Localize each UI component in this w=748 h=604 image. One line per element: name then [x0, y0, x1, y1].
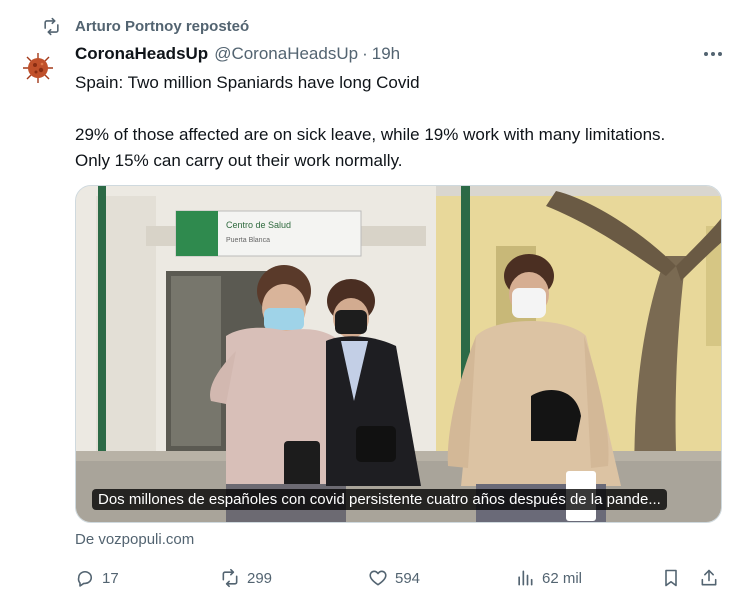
tweet-header: CoronaHeadsUp @CoronaHeadsUp · 19h: [75, 42, 726, 66]
author-handle[interactable]: @CoronaHeadsUp: [214, 44, 358, 64]
heart-icon: [368, 568, 388, 588]
view-count: 62 mil: [542, 569, 583, 587]
like-button[interactable]: 594: [368, 565, 420, 591]
tweet-line-1: Spain: Two million Spaniards have long C…: [75, 73, 420, 92]
share-icon: [699, 568, 719, 588]
repost-icon: [42, 17, 61, 36]
tweet-line-2: 29% of those affected are on sick leave,…: [75, 125, 666, 144]
action-bar: 17 299 594 62 mil: [75, 565, 725, 591]
more-options-icon[interactable]: [700, 48, 726, 60]
separator: ·: [362, 44, 368, 63]
analytics-icon: [515, 568, 535, 588]
author-name[interactable]: CoronaHeadsUp: [75, 44, 208, 64]
reply-button[interactable]: 17: [75, 565, 119, 591]
share-button[interactable]: [699, 565, 719, 591]
reply-icon: [75, 568, 95, 588]
repost-header: Arturo Portnoy reposteó: [42, 14, 249, 38]
repost-label[interactable]: Arturo Portnoy reposteó: [75, 18, 249, 35]
sign-subtitle: Puerta Blanca: [226, 237, 270, 244]
repost-button[interactable]: 299: [220, 565, 272, 591]
media-caption: Dos millones de españoles con covid pers…: [92, 489, 667, 510]
link-source[interactable]: De vozpopuli.com: [75, 531, 194, 548]
views-button[interactable]: 62 mil: [515, 565, 582, 591]
tweet-text: Spain: Two million Spaniards have long C…: [75, 70, 735, 174]
media-card[interactable]: Centro de Salud Puerta Blanca Dos millon…: [75, 185, 722, 523]
repost-count: 299: [247, 569, 273, 587]
tweet-time[interactable]: 19h: [372, 44, 400, 64]
bookmark-icon: [661, 568, 681, 588]
bookmark-button[interactable]: [661, 565, 681, 591]
avatar[interactable]: [20, 50, 56, 86]
reply-count: 17: [102, 569, 119, 587]
sign-title: Centro de Salud: [226, 220, 291, 230]
tweet-line-3: Only 15% can carry out their work normal…: [75, 151, 403, 170]
repost-action-icon: [220, 568, 240, 588]
news-photo: Centro de Salud Puerta Blanca: [76, 186, 721, 522]
like-count: 594: [395, 569, 421, 587]
